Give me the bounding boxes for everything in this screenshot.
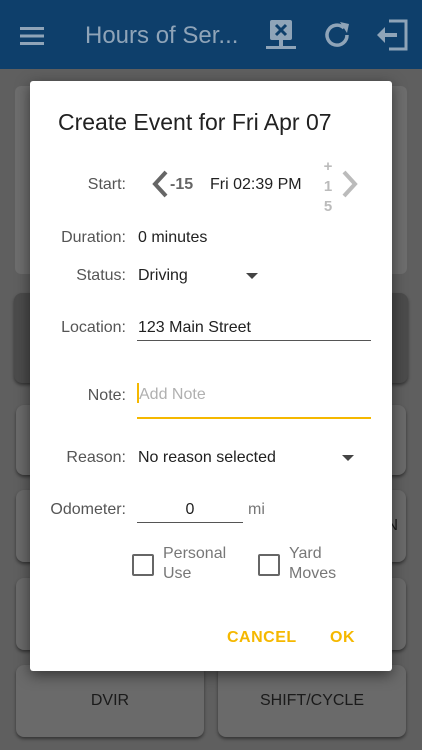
chevron-right-icon <box>342 170 358 198</box>
note-input[interactable]: Add Note <box>137 379 371 421</box>
start-minus-button[interactable]: -15 <box>148 167 198 199</box>
app-title: Hours of Ser... <box>85 22 239 49</box>
yard-moves-label: Yard <box>289 545 322 562</box>
personal-use-checkbox[interactable]: Personal Use <box>132 544 242 588</box>
status-label: Status: <box>76 267 126 284</box>
start-plus-sign: + <box>323 158 333 175</box>
hamburger-menu-icon[interactable] <box>18 22 46 50</box>
start-label: Start: <box>87 176 126 193</box>
duration-label: Duration: <box>61 229 126 246</box>
status-dropdown[interactable]: Driving <box>136 261 266 291</box>
start-time-value: Fri 02:39 PM <box>210 176 302 193</box>
cancel-button[interactable]: CANCEL <box>227 629 297 647</box>
personal-use-label: Use <box>163 565 192 582</box>
reason-value: No reason selected <box>138 449 276 466</box>
dropdown-arrow-icon <box>246 273 258 279</box>
logout-icon[interactable] <box>375 18 409 52</box>
ok-button[interactable]: OK <box>330 629 355 647</box>
network-disconnected-icon[interactable] <box>264 18 298 52</box>
location-value: 123 Main Street <box>138 319 251 336</box>
chevron-left-icon <box>152 170 168 198</box>
note-underline <box>137 417 371 419</box>
yard-moves-checkbox[interactable]: Yard Moves <box>258 544 358 588</box>
odometer-unit: mi <box>248 501 265 518</box>
shift-cycle-button[interactable]: SHIFT/CYCLE <box>218 665 406 737</box>
odometer-value: 0 <box>185 501 195 518</box>
location-underline <box>137 340 371 341</box>
checkbox-box <box>132 554 154 576</box>
odometer-input[interactable]: 0 <box>137 495 243 525</box>
reason-label: Reason: <box>66 449 126 466</box>
yard-moves-label: Moves <box>289 565 337 582</box>
note-placeholder: Add Note <box>139 386 206 403</box>
duration-value: 0 minutes <box>138 229 208 246</box>
app-bar: Hours of Ser... <box>0 0 422 69</box>
location-input[interactable]: 123 Main Street <box>137 313 371 343</box>
create-event-dialog: Create Event for Fri Apr 07 Start: -15 F… <box>30 81 392 671</box>
reason-dropdown[interactable]: No reason selected <box>136 443 358 473</box>
odometer-underline <box>137 522 243 523</box>
checkbox-box <box>258 554 280 576</box>
shift-cycle-button-label: SHIFT/CYCLE <box>259 692 364 709</box>
personal-use-label: Personal <box>163 545 227 562</box>
start-plus-digit: 1 <box>323 178 333 195</box>
note-label: Note: <box>87 387 126 404</box>
dvir-button-label: DVIR <box>90 692 130 709</box>
location-label: Location: <box>61 319 126 336</box>
dialog-title: Create Event for Fri Apr 07 <box>58 109 332 135</box>
status-value: Driving <box>138 267 188 284</box>
odometer-label: Odometer: <box>50 501 126 518</box>
refresh-icon[interactable] <box>320 18 354 52</box>
start-plus-digit: 5 <box>323 198 333 215</box>
dvir-button[interactable]: DVIR <box>16 665 204 737</box>
dropdown-arrow-icon <box>342 455 354 461</box>
start-minus-label: -15 <box>170 176 194 193</box>
start-plus-button[interactable]: + 1 5 <box>318 157 364 215</box>
